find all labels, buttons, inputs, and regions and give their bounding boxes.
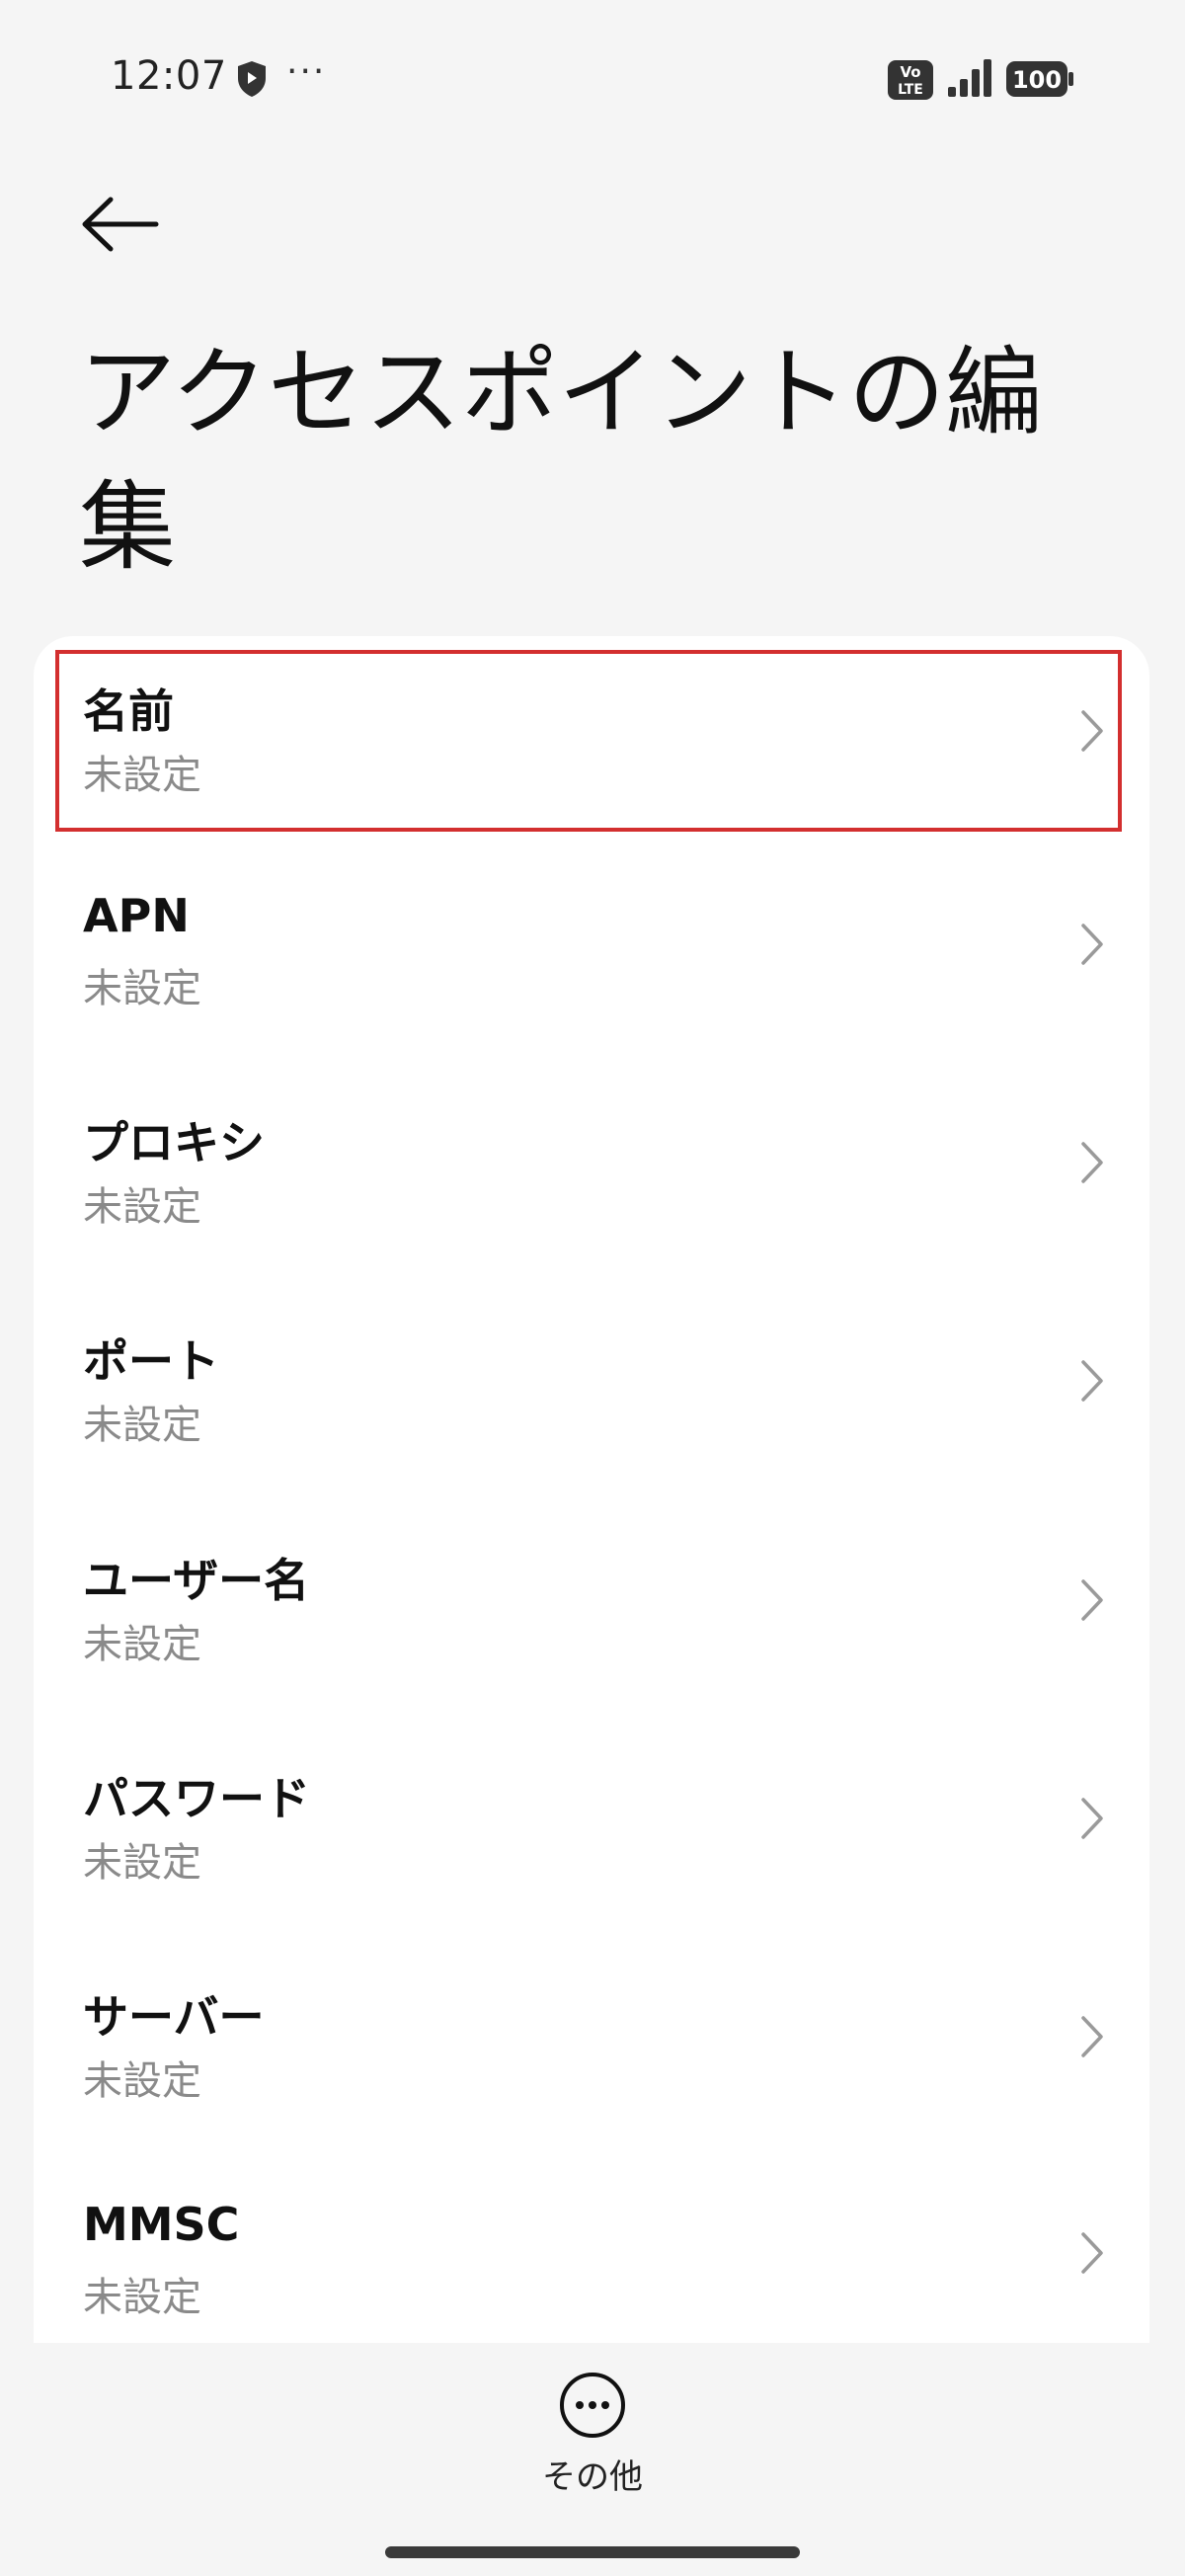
setting-value: 未設定 <box>83 966 201 1011</box>
setting-label: サーバー <box>83 1990 265 2044</box>
setting-value: 未設定 <box>83 2275 201 2320</box>
status-bar: 12:07 ··· Vo LTE 100 <box>0 0 1185 158</box>
setting-value: 未設定 <box>83 1403 201 1448</box>
volte-icon: Vo LTE <box>888 60 933 100</box>
setting-row[interactable]: 名前 未設定 <box>34 636 1149 824</box>
chevron-right-icon <box>1081 924 1103 965</box>
setting-row[interactable]: サーバー 未設定 <box>34 1942 1149 2130</box>
more-horizontal-circle-icon[interactable] <box>558 2371 627 2440</box>
setting-label: パスワード <box>83 1772 310 1825</box>
chevron-right-icon <box>1081 1579 1103 1621</box>
battery-icon: 100 <box>1006 61 1073 97</box>
setting-row[interactable]: APN 未設定 <box>34 849 1149 1037</box>
setting-label: ユーザー名 <box>83 1554 310 1607</box>
back-arrow-icon[interactable] <box>77 190 160 259</box>
setting-row[interactable]: ポート 未設定 <box>34 1286 1149 1474</box>
setting-value: 未設定 <box>83 1622 201 1667</box>
svg-text:LTE: LTE <box>898 82 923 98</box>
chevron-right-icon <box>1081 1142 1103 1183</box>
setting-label: プロキシ <box>83 1116 265 1169</box>
chevron-right-icon <box>1081 1798 1103 1839</box>
chevron-right-icon <box>1081 710 1103 752</box>
page-title: アクセスポイントの編集 <box>79 337 1043 584</box>
setting-label: MMSC <box>83 2198 240 2251</box>
setting-row[interactable]: ユーザー名 未設定 <box>34 1505 1149 1693</box>
svg-text:Vo: Vo <box>900 63 920 81</box>
settings-card: 名前 未設定 APN 未設定 プロキシ 未設定 ポート 未設定 ユーザー名 未設定 パスワード 未設定… <box>34 636 1149 2343</box>
setting-row[interactable]: プロキシ 未設定 <box>34 1068 1149 1255</box>
more-dots-icon: ··· <box>286 51 327 92</box>
more-button-label[interactable]: その他 <box>0 2450 1185 2498</box>
setting-row[interactable]: MMSC 未設定 <box>34 2158 1149 2343</box>
chevron-right-icon <box>1081 1360 1103 1402</box>
setting-value: 未設定 <box>83 1840 201 1886</box>
signal-icon <box>948 59 991 97</box>
status-time: 12:07 <box>111 53 227 99</box>
home-indicator[interactable] <box>385 2546 800 2558</box>
setting-label: 名前 <box>83 684 174 738</box>
setting-value: 未設定 <box>83 753 201 798</box>
setting-value: 未設定 <box>83 2058 201 2104</box>
svg-text:100: 100 <box>1012 66 1062 94</box>
chevron-right-icon <box>1081 2016 1103 2057</box>
setting-value: 未設定 <box>83 1184 201 1230</box>
setting-label: APN <box>83 889 190 942</box>
setting-row[interactable]: パスワード 未設定 <box>34 1724 1149 1911</box>
chevron-right-icon <box>1081 2232 1103 2274</box>
setting-label: ポート <box>83 1334 219 1388</box>
shield-icon <box>238 61 266 97</box>
